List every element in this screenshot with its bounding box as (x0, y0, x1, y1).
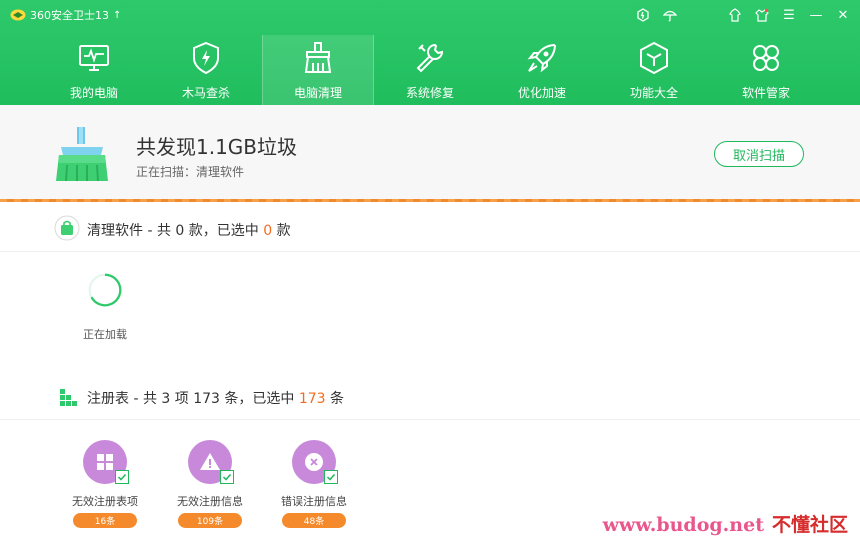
registry-item-checkbox[interactable] (115, 470, 129, 484)
rocket-icon (527, 43, 557, 73)
software-unit: 款 (272, 223, 291, 239)
registry-item-checkbox[interactable] (324, 470, 338, 484)
registry-section-title: 注册表 - 共 3 项 173 条，已选中 173 条 (87, 388, 344, 408)
minimize-icon[interactable]: — (807, 6, 825, 24)
checkmark-icon (222, 473, 232, 481)
nav-label: 我的电脑 (69, 86, 118, 100)
cancel-scan-button[interactable]: 取消扫描 (714, 141, 804, 167)
registry-item-invalid-keys[interactable]: 无效注册表项 16条 (60, 440, 150, 530)
software-section-header[interactable]: 清理软件 - 共 0 款，已选中 0 款 (0, 204, 860, 252)
registry-item-count: 109条 (178, 513, 242, 528)
close-icon[interactable]: ✕ (834, 6, 852, 24)
error-icon (305, 453, 323, 471)
app-title: 360安全卫士13 ↑ (10, 7, 121, 23)
registry-item-error-info[interactable]: 错误注册信息 48条 (269, 440, 359, 530)
menu-icon[interactable]: ☰ (780, 6, 798, 24)
nav-label: 软件管家 (741, 86, 790, 100)
nav-label: 木马查杀 (181, 86, 230, 100)
shield-icon (193, 41, 219, 75)
app-logo-icon (10, 9, 26, 21)
registry-unit: 条 (325, 391, 345, 407)
apps-icon (753, 45, 779, 71)
software-section-title: 清理软件 - 共 0 款，已选中 0 款 (87, 220, 291, 240)
nav-item-cleanup[interactable]: 电脑清理 (262, 35, 374, 105)
nav-item-my-computer[interactable]: 我的电脑 (38, 35, 150, 105)
scan-summary: 共发现1.1GB垃圾 正在扫描：清理软件 取消扫描 (0, 105, 860, 202)
registry-blocks-icon (60, 389, 77, 406)
registry-item-count: 16条 (73, 513, 137, 528)
wrench-icon (416, 43, 444, 73)
cube-icon (640, 41, 668, 75)
registry-item-invalid-info[interactable]: 无效注册信息 109条 (165, 440, 255, 530)
nav-item-software-manager[interactable]: 软件管家 (710, 35, 822, 105)
software-bag-icon (54, 215, 80, 241)
monitor-icon (79, 45, 109, 71)
registry-selected-count: 173 (298, 391, 326, 407)
spinner-icon (88, 273, 122, 307)
registry-item-checkbox[interactable] (220, 470, 234, 484)
registry-summary: 注册表 - 共 3 项 173 条，已选中 (87, 391, 299, 407)
nav-label: 系统修复 (405, 86, 454, 100)
top-header: 360安全卫士13 ↑ ☰ — ✕ 我的电脑 木马查杀 电脑清理 系统修复 优化… (0, 0, 860, 105)
software-summary: 清理软件 - 共 0 款，已选中 (87, 223, 264, 239)
checkmark-icon (326, 473, 336, 481)
nav-label: 功能大全 (629, 86, 678, 100)
protection-icon[interactable] (634, 6, 652, 24)
loading-label: 正在加载 (83, 328, 127, 341)
skin-icon[interactable] (726, 6, 744, 24)
checkmark-icon (117, 473, 127, 481)
watermark: www.budog.net 不懂社区 (603, 510, 848, 537)
registry-item-label: 无效注册表项 (72, 495, 138, 508)
main-nav: 我的电脑 木马查杀 电脑清理 系统修复 优化加速 功能大全 软件管家 (38, 35, 822, 105)
nav-item-optimize[interactable]: 优化加速 (486, 35, 598, 105)
scan-title: 共发现1.1GB垃圾 (136, 135, 298, 159)
title-bar: 360安全卫士13 ↑ ☰ — ✕ (0, 0, 860, 30)
broom-icon (304, 42, 332, 73)
registry-item-label: 无效注册信息 (177, 495, 243, 508)
warning-icon (200, 453, 220, 470)
nav-item-trojan-scan[interactable]: 木马查杀 (150, 35, 262, 105)
nav-item-features[interactable]: 功能大全 (598, 35, 710, 105)
registry-section-header[interactable]: 注册表 - 共 3 项 173 条，已选中 173 条 (0, 372, 860, 420)
watermark-latin: www.budog.net (602, 514, 764, 536)
software-selected-count: 0 (263, 223, 273, 239)
watermark-cn: 不懂社区 (771, 514, 848, 536)
app-title-text: 360安全卫士13 (30, 9, 109, 22)
shirt-icon[interactable] (753, 6, 771, 24)
registry-item-count: 48条 (282, 513, 346, 528)
grid-icon (97, 454, 113, 470)
upgrade-icon[interactable]: ↑ (113, 10, 121, 21)
window-controls: ☰ — ✕ (625, 6, 852, 24)
nav-item-system-repair[interactable]: 系统修复 (374, 35, 486, 105)
registry-item-label: 错误注册信息 (281, 495, 347, 508)
nav-label: 优化加速 (517, 86, 566, 100)
scan-status: 正在扫描：清理软件 (136, 165, 245, 179)
broom-illustration-icon (56, 127, 108, 182)
scan-progress-bar (0, 199, 860, 202)
loading-indicator: 正在加载 (80, 272, 130, 342)
nav-label: 电脑清理 (293, 86, 342, 100)
umbrella-icon[interactable] (661, 6, 679, 24)
